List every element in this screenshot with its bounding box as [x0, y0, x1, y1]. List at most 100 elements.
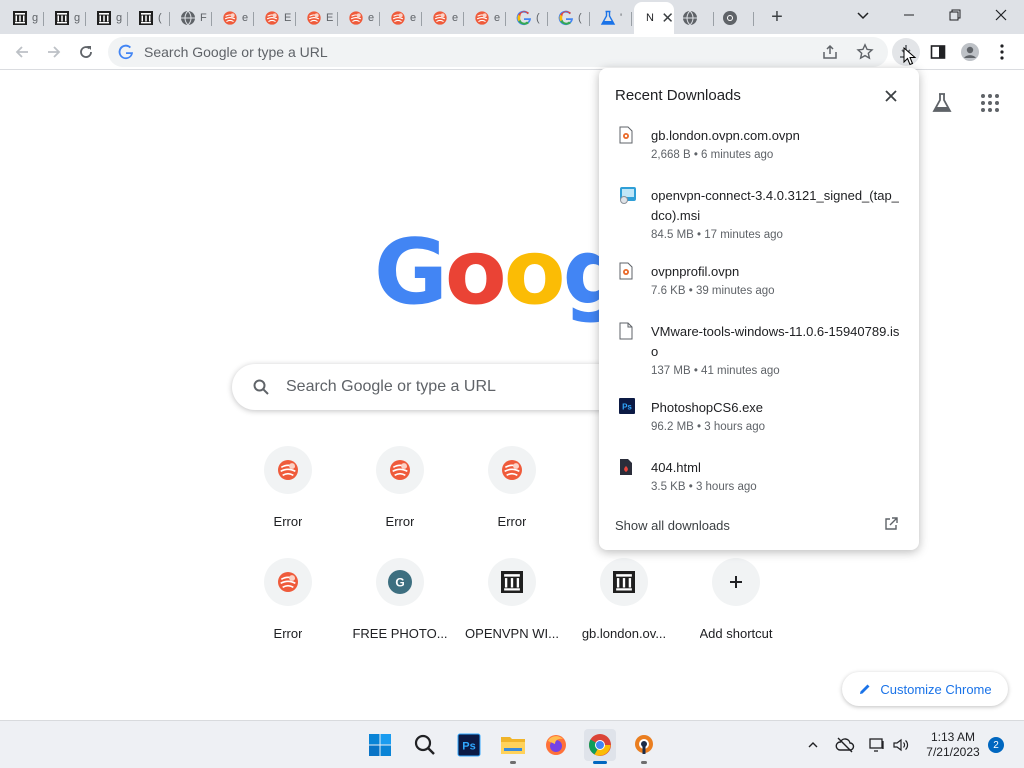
- show-hidden-icons-button[interactable]: [803, 735, 823, 755]
- browser-tab[interactable]: e: [214, 4, 254, 32]
- taskbar-photoshop-button[interactable]: Ps: [453, 729, 485, 761]
- chrome-icon: [588, 733, 612, 757]
- browser-tab[interactable]: (: [550, 4, 590, 32]
- error-icon: [390, 10, 406, 26]
- tab-search-button[interactable]: [840, 0, 886, 30]
- chrome-menu-button[interactable]: [988, 38, 1016, 66]
- taskbar-clock[interactable]: 1:13 AM 7/21/2023: [920, 730, 986, 760]
- ntp-search-placeholder: Search Google or type a URL: [286, 378, 496, 395]
- taskbar-firefox-button[interactable]: [540, 729, 572, 761]
- taskbar-file-explorer-button[interactable]: [497, 729, 529, 764]
- shortcut-tile[interactable]: OPENVPN WI...: [456, 552, 568, 664]
- browser-tab[interactable]: g: [4, 4, 44, 32]
- browser-tab[interactable]: e: [382, 4, 422, 32]
- shortcut-tile[interactable]: Error: [344, 440, 456, 552]
- browser-tab[interactable]: E: [298, 4, 338, 32]
- avatar-icon: [961, 43, 979, 61]
- shortcut-tile[interactable]: Error: [232, 440, 344, 552]
- side-panel-icon: [930, 45, 946, 59]
- download-item[interactable]: Ps PhotoshopCS6.exe 96.2 MB • 3 hours ago: [599, 398, 919, 442]
- network-icon[interactable]: [867, 735, 887, 755]
- shortcut-tile[interactable]: G FREE PHOTO...: [344, 552, 456, 664]
- browser-tab[interactable]: E: [256, 4, 296, 32]
- browser-tab[interactable]: [714, 4, 754, 32]
- customize-chrome-button[interactable]: Customize Chrome: [842, 672, 1008, 706]
- tab-title: E: [284, 12, 292, 24]
- omnibox[interactable]: Search Google or type a URL: [108, 37, 888, 67]
- search-icon: [253, 379, 269, 395]
- browser-tab[interactable]: F: [172, 4, 212, 32]
- google-icon: [516, 10, 532, 26]
- error-icon: [500, 458, 524, 482]
- archive-icon: [12, 10, 28, 26]
- tab-title: e: [494, 12, 501, 24]
- flask-icon: [600, 10, 616, 26]
- new-tab-button[interactable]: +: [764, 5, 790, 29]
- taskbar-search-button[interactable]: [409, 729, 441, 761]
- browser-tab[interactable]: e: [466, 4, 506, 32]
- download-item[interactable]: 404.html 3.5 KB • 3 hours ago: [599, 458, 919, 502]
- tab-title: F: [200, 12, 207, 24]
- browser-tab[interactable]: [674, 4, 714, 32]
- close-window-button[interactable]: [978, 0, 1024, 30]
- taskbar-openvpn-button[interactable]: [628, 729, 660, 764]
- shortcut-tile[interactable]: gb.london.ov...: [568, 552, 680, 664]
- archive-icon: [54, 10, 70, 26]
- browser-tab[interactable]: g: [46, 4, 86, 32]
- cloud-offline-icon[interactable]: [835, 735, 855, 755]
- restore-button[interactable]: [932, 0, 978, 30]
- archive-icon: [501, 571, 523, 593]
- photoshop-icon: Ps: [457, 733, 481, 757]
- forward-button[interactable]: [40, 38, 68, 66]
- reload-button[interactable]: [72, 38, 100, 66]
- taskbar-chrome-button[interactable]: [584, 729, 616, 764]
- shortcut-tile[interactable]: Error: [456, 440, 568, 552]
- tab-separator: [127, 12, 128, 26]
- error-icon: [306, 10, 322, 26]
- running-indicator: [510, 761, 516, 764]
- browser-tab[interactable]: e: [340, 4, 380, 32]
- tab-title: ': [620, 12, 623, 24]
- notification-badge[interactable]: 2: [988, 737, 1004, 753]
- minimize-button[interactable]: [886, 0, 932, 30]
- archive-icon: [138, 10, 154, 26]
- browser-tab[interactable]: e: [424, 4, 464, 32]
- shortcut-label: Error: [273, 514, 303, 529]
- tab-separator: [589, 12, 590, 26]
- close-tab-icon[interactable]: ✕: [661, 9, 674, 27]
- download-item[interactable]: VMware-tools-windows-11.0.6-15940789.iso…: [599, 322, 919, 386]
- active-tab[interactable]: N ✕: [634, 2, 674, 34]
- download-item[interactable]: ovpnprofil.ovpn 7.6 KB • 39 minutes ago: [599, 262, 919, 306]
- browser-tab[interactable]: (: [508, 4, 548, 32]
- forward-arrow-icon: [48, 46, 61, 58]
- tab-title: g: [32, 12, 39, 24]
- error-icon: [222, 10, 238, 26]
- shortcut-label: OPENVPN WI...: [465, 626, 559, 641]
- apps-grid-icon[interactable]: [980, 93, 1000, 113]
- download-item[interactable]: gb.london.ovpn.com.ovpn 2,668 B • 6 minut…: [599, 126, 919, 170]
- open-external-icon[interactable]: [883, 516, 899, 532]
- downloads-button[interactable]: [892, 38, 920, 66]
- shortcut-icon-circle: [488, 558, 536, 606]
- tab-title: g: [116, 12, 123, 24]
- tab-title: (: [536, 12, 540, 24]
- openvpn-icon: [632, 733, 656, 757]
- close-downloads-button[interactable]: [881, 86, 901, 106]
- taskbar-windows-start-button[interactable]: [364, 729, 396, 761]
- browser-tab[interactable]: (: [130, 4, 170, 32]
- bookmark-star-icon[interactable]: [856, 43, 874, 61]
- back-button[interactable]: [8, 38, 36, 66]
- add-shortcut-tile[interactable]: Add shortcut: [680, 552, 792, 664]
- browser-tab[interactable]: ': [592, 4, 632, 32]
- labs-flask-icon[interactable]: [930, 91, 954, 115]
- tab-title: e: [452, 12, 459, 24]
- volume-icon[interactable]: [891, 735, 911, 755]
- profile-button[interactable]: [956, 38, 984, 66]
- side-panel-button[interactable]: [924, 38, 952, 66]
- share-icon[interactable]: [821, 43, 839, 61]
- show-all-downloads-link[interactable]: Show all downloads: [615, 518, 730, 533]
- download-item[interactable]: openvpn-connect-3.4.0.3121_signed_(tap_d…: [599, 186, 919, 250]
- shortcut-tile[interactable]: Error: [232, 552, 344, 664]
- photoshop-file-icon: Ps: [619, 398, 635, 416]
- browser-tab[interactable]: g: [88, 4, 128, 32]
